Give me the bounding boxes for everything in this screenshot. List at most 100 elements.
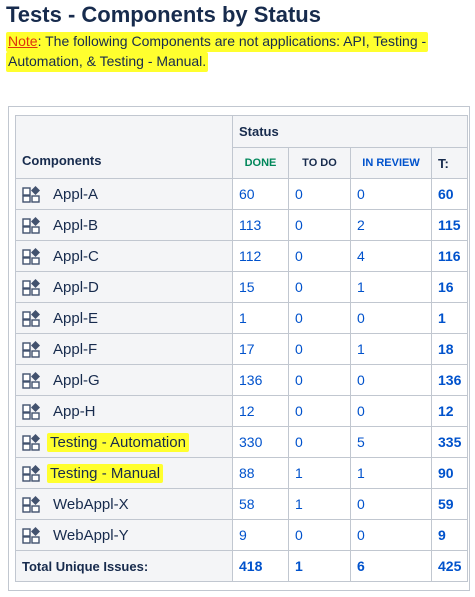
done-count[interactable]: 17 bbox=[232, 333, 289, 365]
totals-done[interactable]: 418 bbox=[232, 550, 289, 582]
table-row: Appl-G 136 0 0 136 bbox=[15, 364, 469, 396]
done-count[interactable]: 15 bbox=[232, 271, 289, 303]
done-count[interactable]: 112 bbox=[232, 240, 289, 272]
table-row: Appl-E 1 0 0 1 bbox=[15, 302, 469, 334]
totals-total[interactable]: 425 bbox=[430, 550, 469, 582]
total-count[interactable]: 115 bbox=[430, 209, 469, 241]
component-icon bbox=[22, 402, 42, 420]
component-icon bbox=[22, 216, 42, 234]
todo-count[interactable]: 0 bbox=[288, 395, 351, 427]
todo-count[interactable]: 1 bbox=[288, 457, 351, 489]
column-in-review[interactable]: IN REVIEW bbox=[350, 147, 432, 179]
table-row: WebAppl-X 58 1 0 59 bbox=[15, 488, 469, 520]
total-count[interactable]: 12 bbox=[430, 395, 469, 427]
total-count[interactable]: 16 bbox=[430, 271, 469, 303]
in-review-count[interactable]: 1 bbox=[350, 457, 432, 489]
table-row: Appl-B 113 0 2 115 bbox=[15, 209, 469, 241]
total-count[interactable]: 1 bbox=[430, 302, 469, 334]
component-name[interactable]: Testing - Manual bbox=[47, 463, 164, 483]
component-name[interactable]: Appl-F bbox=[53, 341, 97, 358]
done-count[interactable]: 88 bbox=[232, 457, 289, 489]
totals-label: Total Unique Issues: bbox=[15, 550, 233, 582]
component-icon bbox=[22, 309, 42, 327]
column-total: T: bbox=[430, 147, 469, 179]
todo-count[interactable]: 0 bbox=[288, 271, 351, 303]
component-cell: Testing - Automation bbox=[15, 426, 233, 458]
todo-count[interactable]: 0 bbox=[288, 209, 351, 241]
component-icon bbox=[22, 247, 42, 265]
table-row: App-H 12 0 0 12 bbox=[15, 395, 469, 427]
total-count[interactable]: 18 bbox=[430, 333, 469, 365]
in-review-count[interactable]: 0 bbox=[350, 364, 432, 396]
component-name[interactable]: Appl-E bbox=[53, 310, 98, 327]
total-count[interactable]: 59 bbox=[430, 488, 469, 520]
todo-count[interactable]: 0 bbox=[288, 333, 351, 365]
table-row: Testing - Automation 330 0 5 335 bbox=[15, 426, 469, 458]
done-count[interactable]: 1 bbox=[232, 302, 289, 334]
component-name[interactable]: Appl-C bbox=[53, 248, 99, 265]
total-count[interactable]: 90 bbox=[430, 457, 469, 489]
todo-count[interactable]: 0 bbox=[288, 178, 351, 210]
component-name[interactable]: Appl-A bbox=[53, 186, 98, 203]
note-callout: Note: The following Components are not a… bbox=[6, 32, 468, 72]
component-icon bbox=[22, 340, 42, 358]
component-icon bbox=[22, 495, 42, 513]
component-icon bbox=[22, 433, 42, 451]
in-review-count[interactable]: 0 bbox=[350, 488, 432, 520]
done-count[interactable]: 58 bbox=[232, 488, 289, 520]
column-done[interactable]: DONE bbox=[232, 147, 289, 179]
component-name[interactable]: WebAppl-X bbox=[53, 496, 129, 513]
component-icon bbox=[22, 371, 42, 389]
component-name[interactable]: Appl-B bbox=[53, 217, 98, 234]
total-count[interactable]: 116 bbox=[430, 240, 469, 272]
done-count[interactable]: 12 bbox=[232, 395, 289, 427]
total-count[interactable]: 136 bbox=[430, 364, 469, 396]
component-cell: Appl-F bbox=[15, 333, 233, 365]
done-count[interactable]: 60 bbox=[232, 178, 289, 210]
todo-count[interactable]: 0 bbox=[288, 519, 351, 551]
table-row: WebAppl-Y 9 0 0 9 bbox=[15, 519, 469, 551]
component-cell: Appl-A bbox=[15, 178, 233, 210]
total-count[interactable]: 60 bbox=[430, 178, 469, 210]
component-name[interactable]: App-H bbox=[53, 403, 96, 420]
components-header: Components bbox=[15, 115, 233, 179]
done-count[interactable]: 113 bbox=[232, 209, 289, 241]
in-review-count[interactable]: 0 bbox=[350, 395, 432, 427]
components-status-table: Components Status DONE TO DO IN REVIEW T… bbox=[15, 115, 469, 582]
note-link[interactable]: Note bbox=[8, 33, 38, 49]
in-review-count[interactable]: 1 bbox=[350, 271, 432, 303]
total-count[interactable]: 335 bbox=[430, 426, 469, 458]
todo-count[interactable]: 1 bbox=[288, 488, 351, 520]
component-cell: Appl-C bbox=[15, 240, 233, 272]
in-review-count[interactable]: 4 bbox=[350, 240, 432, 272]
component-cell: Appl-D bbox=[15, 271, 233, 303]
done-count[interactable]: 330 bbox=[232, 426, 289, 458]
todo-count[interactable]: 0 bbox=[288, 426, 351, 458]
in-review-count[interactable]: 1 bbox=[350, 333, 432, 365]
component-cell: WebAppl-X bbox=[15, 488, 233, 520]
done-count[interactable]: 136 bbox=[232, 364, 289, 396]
in-review-count[interactable]: 0 bbox=[350, 302, 432, 334]
in-review-count[interactable]: 2 bbox=[350, 209, 432, 241]
in-review-count[interactable]: 0 bbox=[350, 178, 432, 210]
todo-count[interactable]: 0 bbox=[288, 240, 351, 272]
component-icon bbox=[22, 464, 42, 482]
component-name[interactable]: Appl-D bbox=[53, 279, 99, 296]
table-row: Appl-A 60 0 0 60 bbox=[15, 178, 469, 210]
component-name[interactable]: WebAppl-Y bbox=[53, 527, 129, 544]
totals-todo[interactable]: 1 bbox=[288, 550, 351, 582]
component-name[interactable]: Testing - Automation bbox=[47, 432, 189, 452]
stats-gadget: Components Status DONE TO DO IN REVIEW T… bbox=[8, 106, 470, 591]
todo-count[interactable]: 0 bbox=[288, 302, 351, 334]
component-cell: App-H bbox=[15, 395, 233, 427]
component-cell: WebAppl-Y bbox=[15, 519, 233, 551]
status-header: Status bbox=[231, 115, 469, 148]
totals-in-review[interactable]: 6 bbox=[350, 550, 432, 582]
component-name[interactable]: Appl-G bbox=[53, 372, 100, 389]
in-review-count[interactable]: 0 bbox=[350, 519, 432, 551]
in-review-count[interactable]: 5 bbox=[350, 426, 432, 458]
column-todo[interactable]: TO DO bbox=[288, 147, 351, 179]
todo-count[interactable]: 0 bbox=[288, 364, 351, 396]
done-count[interactable]: 9 bbox=[232, 519, 289, 551]
total-count[interactable]: 9 bbox=[430, 519, 469, 551]
